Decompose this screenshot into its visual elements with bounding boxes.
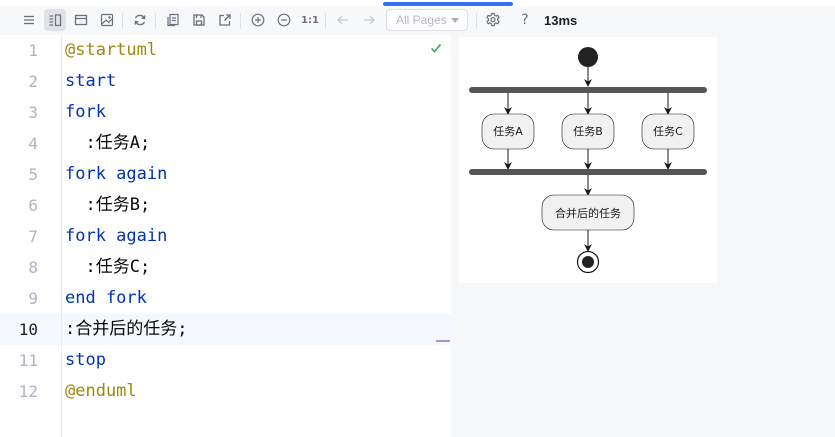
- scrollbar-marker[interactable]: [436, 340, 450, 342]
- copy-icon: [167, 13, 179, 27]
- code-text: :任务A;: [65, 133, 151, 153]
- toolbar-divider: [155, 13, 156, 29]
- code-line: 11 stop: [0, 345, 451, 376]
- line-number: 8: [28, 258, 38, 277]
- join-bar: [469, 169, 707, 175]
- code-text: :任务C;: [65, 257, 151, 277]
- activity-label: 合并后的任务: [555, 206, 621, 220]
- arrow-right-icon: [364, 15, 375, 25]
- code-text: fork: [65, 102, 106, 122]
- preview-only-icon: [74, 14, 88, 26]
- code-text: stop: [65, 350, 106, 370]
- copy-diagram-button[interactable]: [162, 9, 184, 31]
- code-line: 5 fork again: [0, 159, 451, 190]
- code-text: @enduml: [65, 381, 137, 401]
- pages-dropdown[interactable]: All Pages: [386, 9, 468, 31]
- save-icon: [193, 14, 205, 26]
- code-editor[interactable]: 1 @startuml 2 start 3 fork 4 :任务A; 5 for…: [0, 35, 451, 437]
- image-icon: [100, 13, 114, 27]
- activity-label: 任务B: [573, 125, 603, 138]
- code-text: :任务B;: [65, 195, 151, 215]
- line-number: 9: [28, 289, 38, 308]
- code-line: 3 fork: [0, 97, 451, 128]
- image-preview-button[interactable]: [96, 9, 118, 31]
- line-number: 2: [28, 72, 38, 91]
- editor-and-preview-button[interactable]: [44, 9, 66, 31]
- open-external-button[interactable]: [214, 9, 236, 31]
- code-line: 9 end fork: [0, 283, 451, 314]
- code-text: @startuml: [65, 40, 158, 60]
- activity-label: 任务A: [493, 125, 523, 138]
- previous-page-button[interactable]: [332, 9, 354, 31]
- zoom-in-icon: [251, 13, 265, 27]
- zoom-in-button[interactable]: [247, 9, 269, 31]
- fork-bar: [469, 87, 707, 93]
- next-page-button[interactable]: [358, 9, 380, 31]
- code-line: 6 :任务B;: [0, 190, 451, 221]
- activity-node: 合并后的任务: [541, 194, 635, 231]
- activity-label: 任务C: [653, 125, 683, 138]
- line-number: 3: [28, 103, 38, 122]
- activity-diagram: 任务A 任务B 任务C 合并后的任务: [459, 37, 717, 283]
- gear-icon: [486, 12, 500, 27]
- code-text: fork again: [65, 164, 168, 184]
- toolbar-divider: [325, 13, 326, 29]
- code-text: end fork: [65, 288, 147, 308]
- line-number: 7: [28, 227, 38, 246]
- code-line: 12 @enduml: [0, 376, 451, 407]
- code-line-current: 10 :合并后的任务;: [0, 314, 451, 345]
- line-number: 4: [28, 134, 38, 153]
- toolbar-divider: [476, 13, 477, 29]
- toolbar-divider: [240, 13, 241, 29]
- code-text: :合并后的任务;: [65, 319, 188, 339]
- line-number: 1: [28, 41, 38, 60]
- settings-button[interactable]: [482, 9, 504, 31]
- external-link-icon: [219, 14, 231, 26]
- line-number: 6: [28, 196, 38, 215]
- chevron-down-icon: [451, 18, 459, 23]
- render-time: 13ms: [544, 13, 578, 28]
- line-number: 11: [18, 351, 38, 370]
- split-view-icon: [49, 14, 62, 27]
- line-number: 12: [18, 382, 38, 401]
- arrow-left-icon: [337, 15, 348, 25]
- preview-toolbar: 1:1 All Pages ? 13ms: [0, 6, 835, 35]
- code-line: 4 :任务A;: [0, 128, 451, 159]
- zoom-out-button[interactable]: [273, 9, 295, 31]
- code-line: 8 :任务C;: [0, 252, 451, 283]
- activity-node: 任务A: [481, 113, 535, 150]
- help-button[interactable]: ?: [514, 9, 536, 31]
- help-label: ?: [521, 12, 529, 28]
- preview-only-button[interactable]: [70, 9, 92, 31]
- actual-size-button[interactable]: 1:1: [299, 9, 321, 31]
- activity-node: 任务C: [641, 113, 695, 150]
- save-diagram-button[interactable]: [188, 9, 210, 31]
- line-number: 10: [18, 320, 38, 339]
- refresh-button[interactable]: [129, 9, 151, 31]
- toolbar-divider: [122, 13, 123, 29]
- editor-only-button[interactable]: [18, 9, 40, 31]
- editor-only-icon: [24, 15, 34, 25]
- actual-size-label: 1:1: [301, 14, 319, 26]
- code-line: 7 fork again: [0, 221, 451, 252]
- activity-diagram-svg: 任务A 任务B 任务C 合并后的任务: [469, 47, 707, 274]
- pages-dropdown-value: All Pages: [396, 13, 447, 27]
- start-node: [578, 47, 598, 67]
- stop-node: [576, 250, 600, 274]
- refresh-icon: [134, 14, 146, 26]
- code-line: 2 start: [0, 66, 451, 97]
- zoom-out-icon: [277, 13, 291, 27]
- code-line: 1 @startuml: [0, 35, 451, 66]
- line-number: 5: [28, 165, 38, 184]
- code-text: start: [65, 71, 117, 91]
- diagram-preview-pane[interactable]: 任务A 任务B 任务C 合并后的任务: [451, 35, 835, 437]
- check-icon: [430, 43, 442, 53]
- activity-node: 任务B: [561, 113, 615, 150]
- code-text: fork again: [65, 226, 168, 246]
